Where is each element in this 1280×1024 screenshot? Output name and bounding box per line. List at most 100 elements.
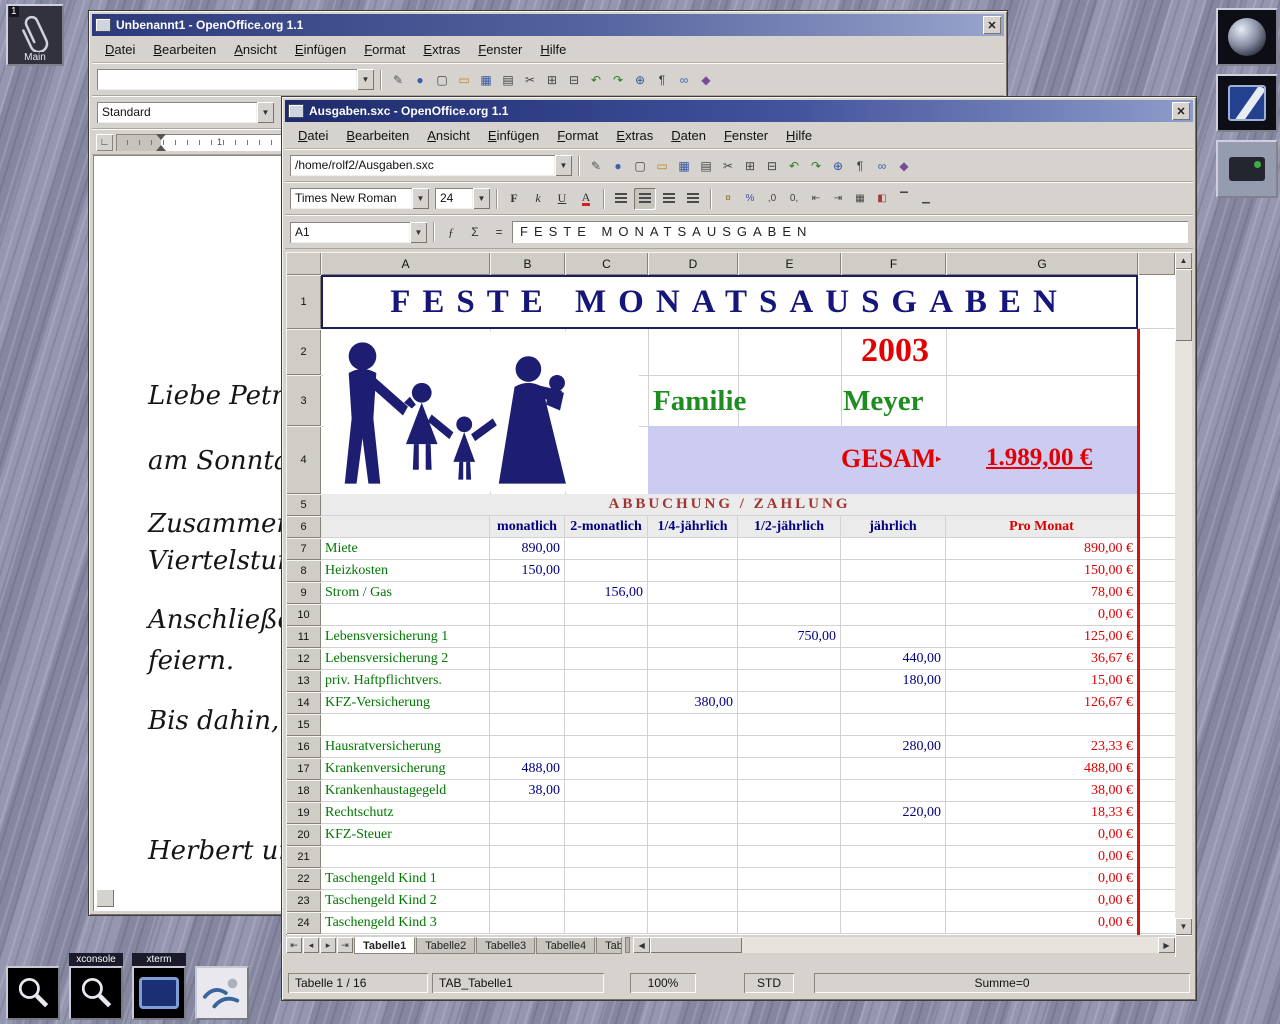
- cell[interactable]: [648, 824, 738, 846]
- cut-icon[interactable]: ✂: [717, 155, 739, 177]
- cell[interactable]: [841, 692, 946, 714]
- cell[interactable]: 890,00: [490, 538, 565, 560]
- cell[interactable]: 150,00 €: [946, 560, 1138, 582]
- name-box-combo[interactable]: A1 ▼: [290, 222, 427, 243]
- menu-item[interactable]: Format: [548, 124, 607, 147]
- row-header[interactable]: 17: [286, 758, 321, 780]
- cell[interactable]: [946, 714, 1138, 736]
- cell[interactable]: [1138, 604, 1175, 626]
- cell[interactable]: [1138, 758, 1175, 780]
- column-header-e[interactable]: E: [738, 252, 841, 275]
- cell[interactable]: [738, 802, 841, 824]
- cell[interactable]: [841, 846, 946, 868]
- new-document-icon[interactable]: ▢: [629, 155, 651, 177]
- menu-item[interactable]: Bearbeiten: [337, 124, 418, 147]
- cell[interactable]: [841, 890, 946, 912]
- align-center-icon[interactable]: [634, 188, 656, 210]
- cell[interactable]: [490, 736, 565, 758]
- number-format-currency-icon[interactable]: ¤: [717, 188, 739, 210]
- cell[interactable]: [565, 714, 648, 736]
- gallery-icon[interactable]: ◆: [893, 155, 915, 177]
- stop-loading-icon[interactable]: ●: [607, 155, 629, 177]
- cell[interactable]: [565, 802, 648, 824]
- calc-titlebar[interactable]: Ausgaben.sxc - OpenOffice.org 1.1 ✕: [285, 100, 1193, 122]
- paste-icon[interactable]: ⊟: [761, 155, 783, 177]
- last-sheet-icon[interactable]: ⇥: [337, 937, 353, 953]
- open-document-icon[interactable]: ▭: [453, 69, 475, 91]
- close-button[interactable]: ✕: [1172, 102, 1190, 120]
- save-document-icon[interactable]: ▦: [475, 69, 497, 91]
- indent-marker-top[interactable]: [156, 134, 166, 140]
- cell[interactable]: [841, 824, 946, 846]
- menu-item[interactable]: Datei: [289, 124, 337, 147]
- cell[interactable]: Taschengeld Kind 2: [321, 890, 490, 912]
- align-bottom-icon[interactable]: ▁: [915, 188, 937, 210]
- cell[interactable]: 15,00 €: [946, 670, 1138, 692]
- cell[interactable]: [841, 538, 946, 560]
- cell[interactable]: 0,00 €: [946, 890, 1138, 912]
- column-header-c[interactable]: C: [565, 252, 648, 275]
- column-header-a[interactable]: A: [321, 252, 490, 275]
- row-header[interactable]: 6: [286, 516, 321, 538]
- cell[interactable]: 78,00 €: [946, 582, 1138, 604]
- chevron-down-icon[interactable]: ▼: [357, 69, 374, 90]
- menu-item[interactable]: Ansicht: [418, 124, 479, 147]
- cell[interactable]: [648, 758, 738, 780]
- row-header[interactable]: 18: [286, 780, 321, 802]
- next-sheet-icon[interactable]: ▸: [320, 937, 336, 953]
- url-field[interactable]: /home/rolf2/Ausgaben.sxc: [290, 155, 555, 176]
- close-button[interactable]: ✕: [983, 16, 1001, 34]
- cell[interactable]: [738, 560, 841, 582]
- cell[interactable]: [1138, 824, 1175, 846]
- cell[interactable]: priv. Haftpflichtvers.: [321, 670, 490, 692]
- cell[interactable]: [841, 582, 946, 604]
- cell[interactable]: [490, 648, 565, 670]
- print-document-icon[interactable]: ▤: [695, 155, 717, 177]
- row-header[interactable]: 5: [286, 494, 321, 516]
- cell[interactable]: [1138, 626, 1175, 648]
- menu-item[interactable]: Format: [355, 38, 414, 61]
- menu-item[interactable]: Extras: [414, 38, 469, 61]
- cell[interactable]: Heizkosten: [321, 560, 490, 582]
- cell[interactable]: 36,67 €: [946, 648, 1138, 670]
- chevron-down-icon[interactable]: ▼: [257, 102, 274, 123]
- cell-label-monatlich[interactable]: monatlich: [490, 516, 565, 538]
- cell[interactable]: [321, 714, 490, 736]
- row-header[interactable]: 10: [286, 604, 321, 626]
- cell[interactable]: [738, 582, 841, 604]
- desktop-icon-sphere[interactable]: [1216, 8, 1278, 66]
- scroll-thumb[interactable]: [650, 937, 742, 953]
- gallery-icon[interactable]: ◆: [695, 69, 717, 91]
- navigator-icon[interactable]: ⊕: [827, 155, 849, 177]
- font-size-combo[interactable]: 24 ▼: [435, 188, 490, 209]
- scroll-down-icon[interactable]: ▼: [1175, 918, 1192, 935]
- cell[interactable]: [565, 890, 648, 912]
- bold-button[interactable]: F: [503, 188, 525, 210]
- cell[interactable]: [738, 692, 841, 714]
- row-header[interactable]: 24: [286, 912, 321, 934]
- cell[interactable]: [738, 670, 841, 692]
- cell[interactable]: [490, 714, 565, 736]
- cell[interactable]: [738, 780, 841, 802]
- cell[interactable]: [738, 736, 841, 758]
- cell[interactable]: [490, 890, 565, 912]
- cell[interactable]: [565, 758, 648, 780]
- menu-item[interactable]: Einfügen: [286, 38, 355, 61]
- cell[interactable]: [738, 714, 841, 736]
- align-justify-icon[interactable]: [682, 188, 704, 210]
- decrease-indent-icon[interactable]: ⇤: [805, 188, 827, 210]
- cell[interactable]: [738, 604, 841, 626]
- cell[interactable]: Strom / Gas: [321, 582, 490, 604]
- menu-item[interactable]: Extras: [607, 124, 662, 147]
- cell[interactable]: 23,33 €: [946, 736, 1138, 758]
- cell[interactable]: [490, 824, 565, 846]
- print-document-icon[interactable]: ▤: [497, 69, 519, 91]
- menu-item[interactable]: Ansicht: [225, 38, 286, 61]
- row-header[interactable]: 13: [286, 670, 321, 692]
- cell[interactable]: 18,33 €: [946, 802, 1138, 824]
- font-name-field[interactable]: Times New Roman: [290, 188, 412, 209]
- formula-icon[interactable]: =: [488, 221, 510, 243]
- cell[interactable]: [648, 626, 738, 648]
- cell[interactable]: [648, 736, 738, 758]
- taskbar-icon-openoffice[interactable]: [195, 966, 249, 1020]
